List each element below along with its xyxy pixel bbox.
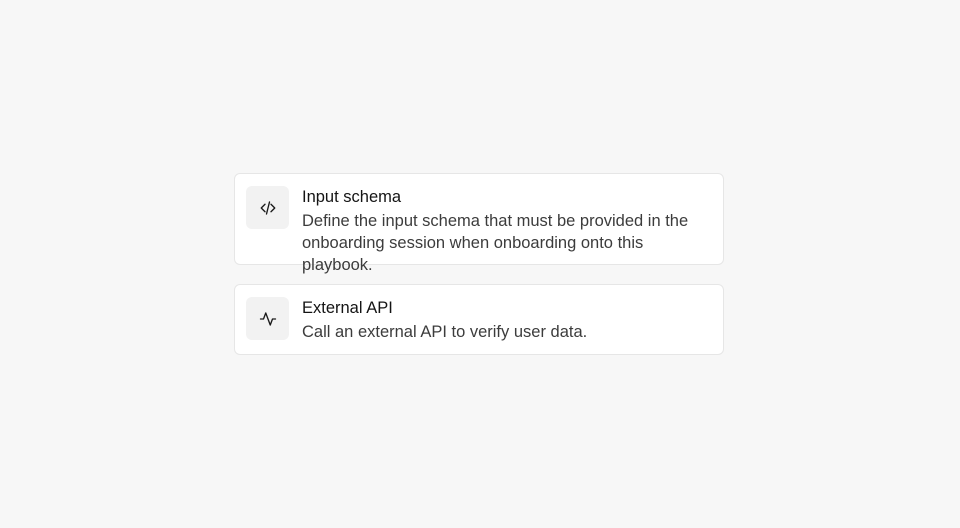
option-card-input-schema[interactable]: Input schema Define the input schema tha… (234, 173, 724, 274)
option-card-external-api[interactable]: External API Call an external API to ver… (234, 284, 724, 355)
code-icon (246, 186, 289, 229)
option-title: External API (302, 299, 393, 317)
option-title: Input schema (302, 188, 402, 206)
option-description: Call an external API to verify user data… (302, 323, 588, 341)
activity-icon (246, 297, 289, 340)
option-description: Define the input schema that must be pro… (302, 212, 689, 274)
